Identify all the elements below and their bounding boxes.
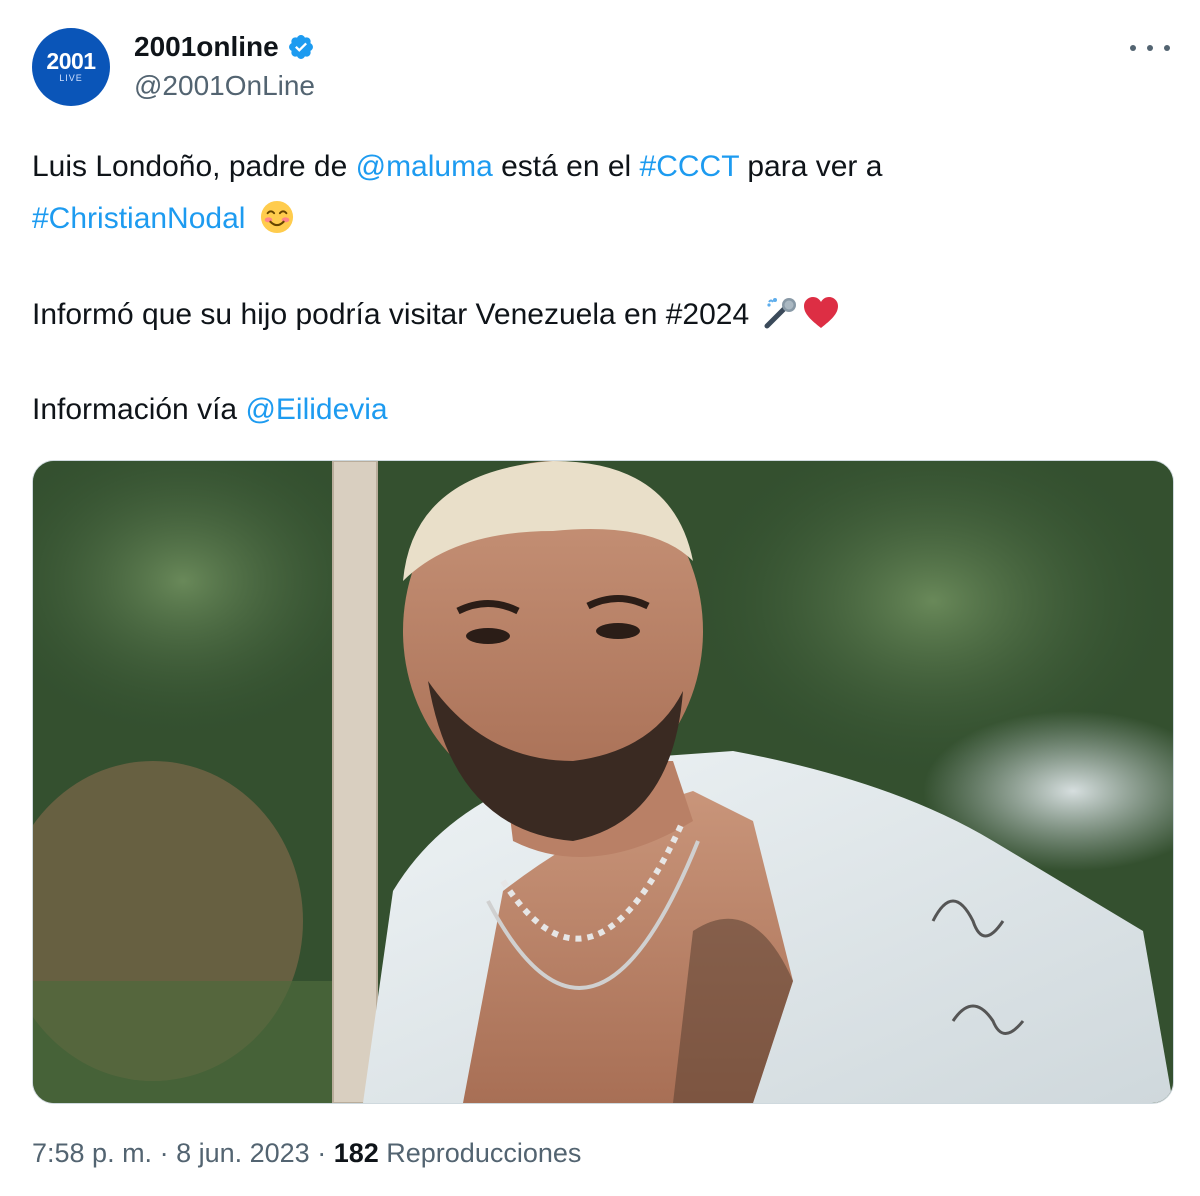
tweet-meta: 7:58 p. m. · 8 jun. 2023 · 182 Reproducc… <box>32 1138 581 1169</box>
photo-illustration <box>33 461 1173 1103</box>
mention-link[interactable]: @Eilidevia <box>245 393 387 426</box>
tweet-card: 2001 LIVE 2001online @2001OnLine Luis Lo… <box>0 0 1200 1196</box>
author-display-name[interactable]: 2001online <box>134 31 279 63</box>
smiling-face-emoji <box>260 200 294 242</box>
avatar-logo-subtext: LIVE <box>59 73 83 83</box>
tweet-text: Informó que su hijo podría visitar Venez… <box>32 298 758 331</box>
microphone-emoji <box>763 296 803 338</box>
tweet-date[interactable]: 8 jun. 2023 <box>176 1138 310 1168</box>
hashtag-link[interactable]: #ChristianNodal <box>32 202 245 235</box>
tweet-text: para ver a <box>739 150 883 183</box>
avatar[interactable]: 2001 LIVE <box>32 28 110 106</box>
tweet-time[interactable]: 7:58 p. m. <box>32 1138 152 1168</box>
hashtag-link[interactable]: #CCCT <box>640 150 739 183</box>
more-options-icon[interactable] <box>1130 36 1170 60</box>
mention-link[interactable]: @maluma <box>356 150 493 183</box>
views-count[interactable]: 182 <box>334 1138 379 1168</box>
tweet-text-line: Información vía @Eilidevia <box>32 393 388 427</box>
views-label: Reproducciones <box>378 1138 582 1168</box>
avatar-logo-text: 2001 <box>46 48 96 74</box>
author-handle[interactable]: @2001OnLine <box>134 70 315 102</box>
tweet-text: está en el <box>492 150 640 183</box>
tweet-text-line: Luis Londoño, padre de @maluma está en e… <box>32 150 882 184</box>
tweet-text: Luis Londoño, padre de <box>32 150 356 183</box>
red-heart-emoji <box>803 296 839 338</box>
meta-separator: · <box>309 1138 334 1168</box>
meta-separator: · <box>152 1138 177 1168</box>
tweet-text-line: #ChristianNodal <box>32 200 294 242</box>
author-name-row: 2001online <box>134 30 315 64</box>
tweet-text-line: Informó que su hijo podría visitar Venez… <box>32 296 839 338</box>
verified-badge-icon[interactable] <box>287 33 315 61</box>
tweet-text: Información vía <box>32 393 246 426</box>
tweet-photo[interactable] <box>32 460 1174 1104</box>
